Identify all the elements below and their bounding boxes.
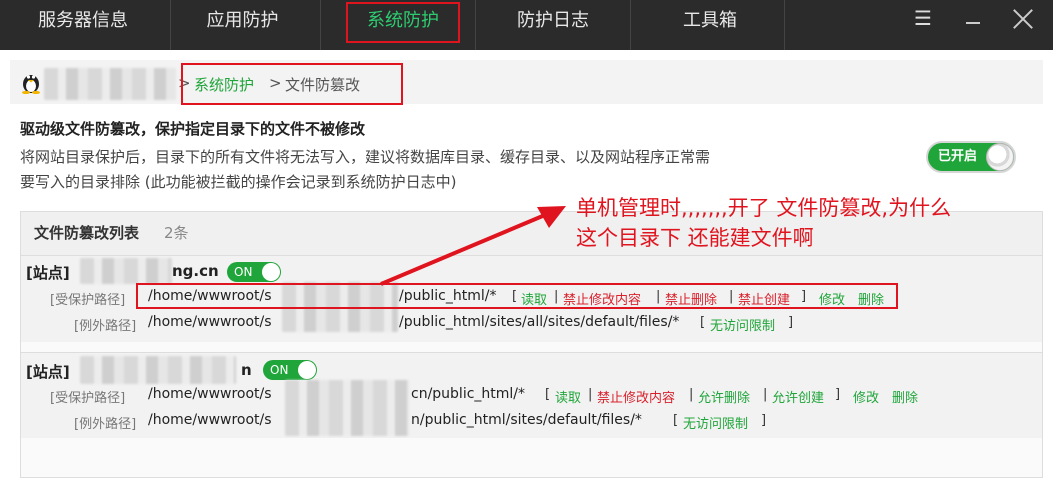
annotation-text-line2: 这个目录下 还能建文件啊 [576,226,814,250]
annotation-text-line1: 单机管理时,,,,,,,开了 文件防篡改,为什么 [576,196,952,220]
annotation-arrow [380,206,566,286]
